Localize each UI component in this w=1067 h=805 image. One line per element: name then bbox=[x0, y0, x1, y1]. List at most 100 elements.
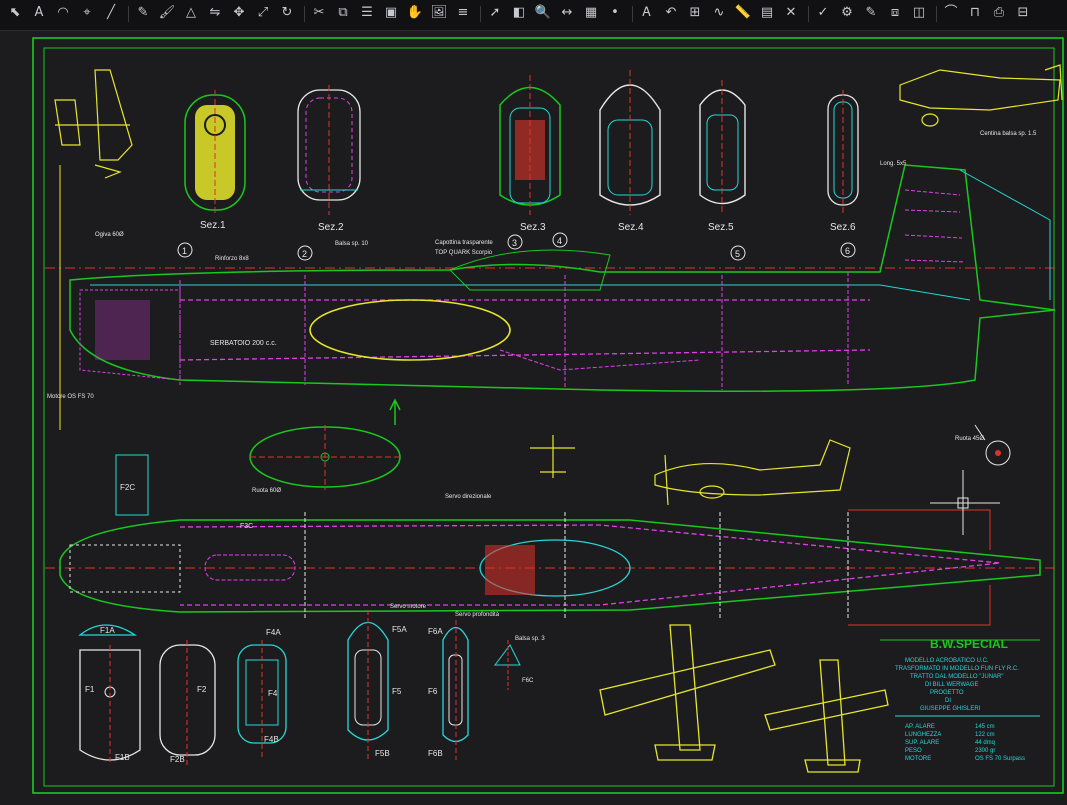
cantina-label: Centina balsa sp. 1.5 bbox=[980, 131, 1037, 137]
spec-value-3: 2300 gr bbox=[975, 748, 995, 754]
sez5-label: Sez.5 bbox=[708, 222, 734, 233]
ruota60-label: Ruota 60Ø bbox=[252, 488, 281, 494]
f4a-label: F4A bbox=[266, 628, 281, 637]
f1a-label: F1A bbox=[100, 626, 115, 635]
trim-icon[interactable]: ✂ bbox=[310, 4, 328, 22]
scale-icon[interactable]: ⤢ bbox=[254, 4, 272, 22]
check-icon[interactable]: ✓ bbox=[814, 4, 832, 22]
dot-icon[interactable]: • bbox=[606, 4, 624, 22]
title-line-7: GIUSEPPE GHISLERI bbox=[920, 706, 981, 712]
f4-label: F4 bbox=[268, 689, 278, 698]
section-sez2: Sez.2 bbox=[297, 85, 361, 233]
curve-icon[interactable]: ∿ bbox=[710, 4, 728, 22]
spec-value-2: 44 dmq bbox=[975, 740, 995, 746]
snap-icon[interactable]: ⌖ bbox=[78, 4, 96, 22]
ruota45-label: Ruota 45Ø bbox=[955, 436, 984, 442]
spec-label-2: SUP. ALARE bbox=[905, 740, 939, 746]
sez1-label: Sez.1 bbox=[200, 220, 226, 231]
rotate-icon[interactable]: ↻ bbox=[278, 4, 296, 22]
capottina-label: Capottina trasparente bbox=[435, 240, 493, 246]
text-style-icon[interactable]: Ꭺ bbox=[638, 4, 656, 22]
zoom-icon[interactable]: 🔍 bbox=[534, 4, 552, 22]
landing-gear: Ruota 45Ø Ruota 60Ø bbox=[249, 398, 1011, 494]
title-line-5: PROGETTO bbox=[930, 690, 964, 696]
group-icon[interactable]: ⧈ bbox=[886, 4, 904, 22]
section-sez3: Sez.3 bbox=[499, 75, 561, 233]
copy-icon[interactable]: ⧉ bbox=[334, 4, 352, 22]
sez3-label: Sez.3 bbox=[520, 222, 546, 233]
servo-dir-label: Servo direzionale bbox=[445, 494, 492, 500]
layer-icon[interactable]: ◫ bbox=[910, 4, 928, 22]
toolbar-separator bbox=[632, 6, 633, 22]
spec-label-1: LUNGHEZZA bbox=[905, 732, 941, 738]
profile-top-right bbox=[899, 64, 1063, 127]
text-icon[interactable]: A bbox=[30, 4, 48, 22]
section-sez6: Sez.6 bbox=[827, 90, 859, 233]
sez2-label: Sez.2 bbox=[318, 222, 344, 233]
title-line-2: TRASFORMATO IN MODELLO FUN FLY R.C. bbox=[895, 666, 1019, 672]
motore-label: Motore OS FS 70 bbox=[47, 394, 94, 400]
toolbar-separator bbox=[128, 6, 129, 22]
long-label: Long. 5x5 bbox=[880, 161, 907, 167]
toolbar-separator bbox=[304, 6, 305, 22]
f6c-label: F6C bbox=[522, 678, 534, 684]
table-icon[interactable]: ▤ bbox=[758, 4, 776, 22]
arrow-icon[interactable]: ➚ bbox=[486, 4, 504, 22]
balsa10-label: Balsa sp. 10 bbox=[335, 241, 369, 247]
part-f2c: F2C bbox=[115, 454, 149, 516]
rinforzo-label: Rinforzo 8x8 bbox=[215, 256, 249, 262]
arc-icon[interactable]: ◠ bbox=[54, 4, 72, 22]
close-icon[interactable]: ✕ bbox=[782, 4, 800, 22]
f2c-label: F2C bbox=[120, 483, 135, 492]
pointer-icon[interactable]: ⬉ bbox=[6, 4, 24, 22]
f6b-label: F6B bbox=[428, 749, 443, 758]
section-sez1: Sez.1 bbox=[184, 90, 246, 231]
layers-icon[interactable]: ☰ bbox=[358, 4, 376, 22]
small-views-middle bbox=[530, 435, 851, 506]
spec-label-0: AP. ALARE bbox=[905, 724, 935, 730]
f2-label: F2 bbox=[197, 685, 207, 694]
title-line-1: MODELLO ACROBATICO U.C. bbox=[905, 658, 989, 664]
station-2: 2 bbox=[302, 249, 307, 259]
snap-grid-icon[interactable]: ⊞ bbox=[686, 4, 704, 22]
edit-icon[interactable]: ✎ bbox=[862, 4, 880, 22]
mirror-icon[interactable]: ⇋ bbox=[206, 4, 224, 22]
spec-value-4: OS FS 70 Surpass bbox=[975, 756, 1025, 762]
station-1: 1 bbox=[182, 246, 187, 256]
grid-icon[interactable]: ⊟ bbox=[1014, 4, 1032, 22]
fill-icon[interactable]: ▣ bbox=[382, 4, 400, 22]
f6a-label: F6A bbox=[428, 627, 443, 636]
brush-icon[interactable]: 🖌 bbox=[158, 4, 176, 22]
undo-icon[interactable]: ↶ bbox=[662, 4, 680, 22]
station-markers: 1 2 3 4 5 6 bbox=[177, 232, 856, 261]
property-icon[interactable]: ⚙ bbox=[838, 4, 856, 22]
pencil-icon[interactable]: ✎ bbox=[134, 4, 152, 22]
block-icon[interactable]: ◧ bbox=[510, 4, 528, 22]
spec-value-0: 145 cm bbox=[975, 724, 995, 730]
polyline-icon[interactable]: ⌒ bbox=[942, 4, 960, 22]
sez4-label: Sez.4 bbox=[618, 222, 644, 233]
plan-views-bottom bbox=[599, 624, 889, 773]
print-icon[interactable]: ⎙ bbox=[990, 4, 1008, 22]
title-line-6: DI bbox=[945, 698, 951, 704]
ogiva-label: Ogiva 60Ø bbox=[95, 232, 124, 238]
triangle-icon[interactable]: △ bbox=[182, 4, 200, 22]
f1b-label: F1B bbox=[115, 753, 130, 762]
title-text: B.W.SPECIAL bbox=[930, 637, 1008, 651]
f5a-label: F5A bbox=[392, 625, 407, 634]
dimension-icon[interactable]: ↔ bbox=[558, 4, 576, 22]
spec-value-1: 122 cm bbox=[975, 732, 995, 738]
image-icon[interactable]: 🖼 bbox=[430, 4, 448, 22]
line-icon[interactable]: ╱ bbox=[102, 4, 120, 22]
move-icon[interactable]: ✥ bbox=[230, 4, 248, 22]
align-icon[interactable]: ≡ bbox=[454, 4, 472, 22]
measure-icon[interactable]: 📏 bbox=[734, 4, 752, 22]
serbatoio-label: SERBATOIO 200 c.c. bbox=[210, 340, 277, 347]
toolbar-separator bbox=[936, 6, 937, 22]
spec-label-3: PESO bbox=[905, 748, 922, 754]
drawing-canvas[interactable]: Sez.1 Sez.2 Sez.3 Sez.4 Sez.5 Sez.6 1 2 … bbox=[0, 30, 1067, 800]
hatch-icon[interactable]: ▦ bbox=[582, 4, 600, 22]
pan-icon[interactable]: ✋ bbox=[406, 4, 424, 22]
f6-label: F6 bbox=[428, 687, 438, 696]
stairs-icon[interactable]: ⊓ bbox=[966, 4, 984, 22]
